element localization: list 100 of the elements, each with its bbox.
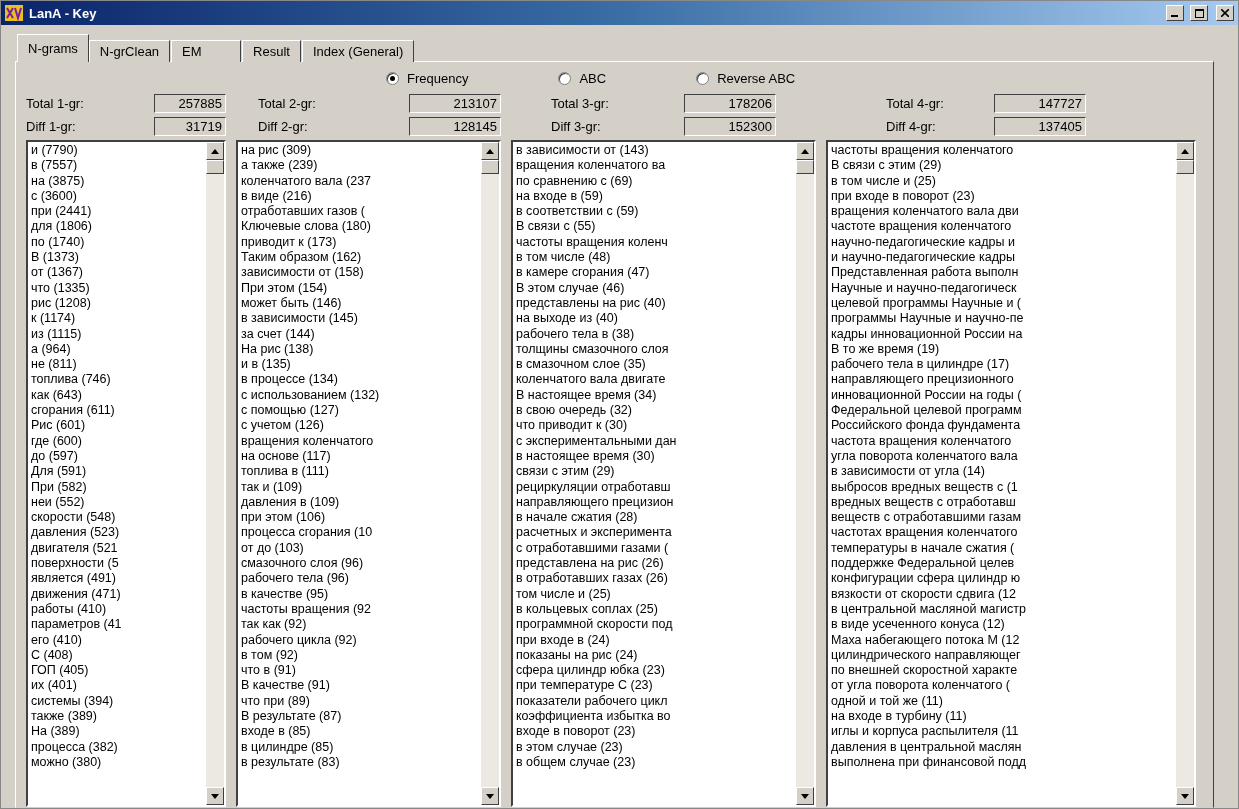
scroll-up-button[interactable]: [1176, 142, 1194, 160]
scrollbar-thumb[interactable]: [1176, 160, 1194, 174]
list-item[interactable]: приводит к (173): [241, 234, 478, 251]
scroll-up-button[interactable]: [481, 142, 499, 160]
list-item[interactable]: конфигурации сфера цилиндр ю: [831, 571, 1173, 587]
list-item[interactable]: целевой программы Научные и (: [831, 295, 1173, 312]
list-item[interactable]: их (401): [31, 678, 203, 694]
list-item[interactable]: угла поворота коленчатого вала: [831, 448, 1173, 465]
scroll-down-button[interactable]: [796, 787, 814, 805]
list-item[interactable]: частота вращения коленчатого: [831, 433, 1173, 449]
list-item[interactable]: В связи с этим (29): [831, 158, 1173, 174]
list-item[interactable]: на входе в (59): [516, 188, 793, 205]
list-item[interactable]: в том числе и (25): [831, 173, 1173, 189]
list-item[interactable]: том числе и (25): [516, 586, 793, 602]
tab[interactable]: Index (General): [301, 40, 415, 62]
list-item[interactable]: до (597): [31, 448, 203, 465]
list-item[interactable]: рис (1208): [31, 295, 203, 312]
list-item[interactable]: можно (380): [31, 754, 203, 771]
list-item[interactable]: программы Научные и научно-пе: [831, 311, 1173, 327]
list-item[interactable]: при входе в поворот (23): [831, 188, 1173, 205]
list-item[interactable]: а также (239): [241, 158, 478, 174]
list-item[interactable]: параметров (41: [31, 617, 203, 633]
list-item[interactable]: зависимости от (158): [241, 265, 478, 281]
list-item[interactable]: В качестве (91): [241, 678, 478, 694]
list-item[interactable]: в смазочном слое (35): [516, 357, 793, 373]
list-item[interactable]: также (389): [31, 709, 203, 725]
list-item[interactable]: по (1740): [31, 234, 203, 251]
list-item[interactable]: частоты вращения (92: [241, 601, 478, 618]
list-item[interactable]: отработавших газов (: [241, 204, 478, 220]
list-item[interactable]: Научные и научно-педагогическ: [831, 280, 1173, 296]
list-item[interactable]: Представленная работа выполн: [831, 265, 1173, 281]
list-item[interactable]: что приводит к (30): [516, 418, 793, 434]
list-item[interactable]: кадры инновационной России на: [831, 326, 1173, 342]
list-item[interactable]: на рис (309): [241, 143, 478, 159]
list-item[interactable]: показаны на рис (24): [516, 647, 793, 664]
list-item[interactable]: давления (523): [31, 525, 203, 541]
list-item[interactable]: к (1174): [31, 311, 203, 327]
list-item[interactable]: программной скорости под: [516, 617, 793, 633]
list-item[interactable]: от до (103): [241, 540, 478, 556]
list-item[interactable]: его (410): [31, 632, 203, 648]
list-item[interactable]: может быть (146): [241, 295, 478, 312]
minimize-button[interactable]: [1166, 5, 1184, 21]
list-item[interactable]: в центральной масляной магистр: [831, 601, 1173, 618]
list-item[interactable]: направляющего прецизион: [516, 494, 793, 511]
list-item[interactable]: а (964): [31, 341, 203, 358]
list-item[interactable]: так и (109): [241, 479, 478, 495]
list-item[interactable]: В то же время (19): [831, 341, 1173, 358]
list-item[interactable]: показатели рабочего цикл: [516, 693, 793, 709]
list-item[interactable]: частоты вращения коленч: [516, 234, 793, 251]
scrollbar-thumb[interactable]: [796, 160, 814, 174]
list-item[interactable]: Российского фонда фундамента: [831, 418, 1173, 434]
list-item[interactable]: при этом (106): [241, 510, 478, 526]
list-item[interactable]: давления в центральной маслян: [831, 739, 1173, 755]
list-item[interactable]: При этом (154): [241, 280, 478, 296]
list-item[interactable]: рабочего тела в цилиндре (17): [831, 357, 1173, 373]
list-item[interactable]: коленчатого вала (237: [241, 173, 478, 189]
list-item[interactable]: в зависимости от (143): [516, 143, 793, 159]
list-item[interactable]: толщины смазочного слоя: [516, 341, 793, 358]
list-item[interactable]: Для (591): [31, 464, 203, 480]
list-item[interactable]: выполнена при финансовой подд: [831, 754, 1173, 771]
list-item[interactable]: поверхности (5: [31, 556, 203, 572]
list-item[interactable]: На рис (138): [241, 341, 478, 358]
list-item[interactable]: Маха набегающего потока М (12: [831, 632, 1173, 648]
list-item[interactable]: вязкости от скорости сдвига (12: [831, 586, 1173, 602]
list-item[interactable]: Ключевые слова (180): [241, 219, 478, 235]
scroll-down-button[interactable]: [206, 787, 224, 805]
list-item[interactable]: выбросов вредных веществ с (1: [831, 479, 1173, 495]
list-item[interactable]: В настоящее время (34): [516, 387, 793, 404]
list-item[interactable]: рециркуляции отработавш: [516, 479, 793, 495]
list-item[interactable]: с (3600): [31, 188, 203, 205]
list-item[interactable]: в кольцевых соплах (25): [516, 601, 793, 618]
list-item[interactable]: в камере сгорания (47): [516, 265, 793, 281]
list-item[interactable]: что (1335): [31, 280, 203, 296]
list-item[interactable]: в настоящее время (30): [516, 448, 793, 465]
list-item[interactable]: процесса сгорания (10: [241, 525, 478, 541]
list-item[interactable]: В результате (87): [241, 709, 478, 725]
list-item[interactable]: что при (89): [241, 693, 478, 709]
list-item[interactable]: в процессе (134): [241, 372, 478, 388]
list-item[interactable]: рабочего цикла (92): [241, 632, 478, 648]
list-item[interactable]: и (7790): [31, 143, 203, 159]
scroll-up-button[interactable]: [206, 142, 224, 160]
list-item[interactable]: входе в (85): [241, 724, 478, 740]
scroll-down-button[interactable]: [481, 787, 499, 805]
list-item[interactable]: в виде усеченного конуса (12): [831, 617, 1173, 633]
list-item[interactable]: топлива в (111): [241, 464, 478, 480]
close-button[interactable]: [1216, 5, 1234, 21]
list-item[interactable]: вредных веществ с отработавш: [831, 494, 1173, 511]
list-item[interactable]: на (3875): [31, 173, 203, 189]
list-item[interactable]: с экспериментальными дан: [516, 433, 793, 449]
list-item[interactable]: рабочего тела в (38): [516, 326, 793, 342]
list-item[interactable]: движения (471): [31, 586, 203, 602]
list-item[interactable]: направляющего прецизионного: [831, 372, 1173, 388]
list-item[interactable]: Федеральной целевой программ: [831, 403, 1173, 419]
list-item[interactable]: ГОП (405): [31, 663, 203, 679]
list-item[interactable]: топлива (746): [31, 372, 203, 388]
list-item[interactable]: процесса (382): [31, 739, 203, 755]
list-item[interactable]: на входе в турбину (11): [831, 709, 1173, 725]
list-item[interactable]: вращения коленчатого вала дви: [831, 204, 1173, 220]
scrollbar-thumb[interactable]: [206, 160, 224, 174]
list-item[interactable]: рабочего тела (96): [241, 571, 478, 587]
